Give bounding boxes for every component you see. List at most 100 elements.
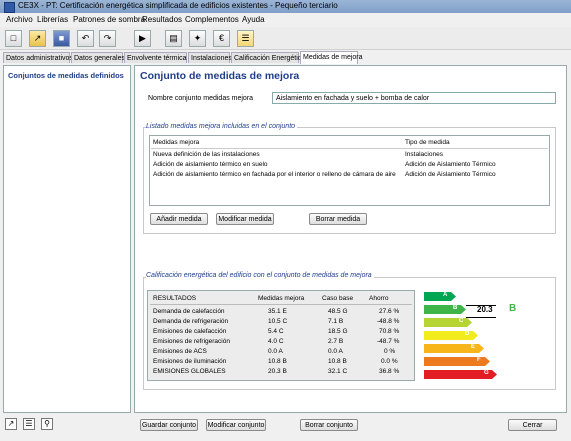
- result-row-improved: 10.5 C: [268, 318, 288, 325]
- results-header-savings: Ahorro: [369, 295, 389, 302]
- result-row-label: EMISIONES GLOBALES: [153, 368, 226, 375]
- set-name-input[interactable]: Aislamiento en fachada y suelo + bomba d…: [272, 92, 556, 104]
- report-icon[interactable]: ☰: [237, 30, 254, 47]
- table-row[interactable]: Adición de aislamiento térmico en suelo: [153, 161, 268, 168]
- result-row-label: Emisiones de calefacción: [153, 328, 227, 335]
- delete-measure-button[interactable]: Borrar medida: [309, 213, 367, 225]
- measures-group-title: Listado medidas mejora incluidas en el c…: [146, 123, 298, 130]
- table-cell-type: Instalaciones: [405, 151, 443, 158]
- result-row-label: Emisiones de refrigeración: [153, 338, 230, 345]
- menu-resultados[interactable]: Resultados: [142, 15, 182, 24]
- table-cell-type: Adición de Aislamiento Térmico: [405, 161, 496, 168]
- modify-set-button[interactable]: Modificar conjunto: [206, 419, 266, 431]
- table-row[interactable]: Adición de aislamiento térmico en fachad…: [153, 171, 396, 178]
- toolbar: □ ↗ ■ ↶ ↷ ▶ ▤ ✦ € ☰: [0, 27, 571, 50]
- sidebar: Conjuntos de medidas definidos: [3, 65, 131, 413]
- scale-letter-c: C: [459, 318, 464, 324]
- result-row-base: 48.5 G: [328, 308, 348, 315]
- title-bar: CE3X - PT: Certificación energética simp…: [0, 0, 571, 13]
- window-title: CE3X - PT: Certificación energética simp…: [18, 1, 338, 10]
- tab-envolvente-termica[interactable]: Envolvente térmica: [124, 52, 187, 63]
- measures-list[interactable]: Medidas mejora Tipo de medida Nueva defi…: [149, 135, 550, 206]
- result-row-label: Emisiones de iluminación: [153, 358, 227, 365]
- name-label: Nombre conjunto medidas mejora: [148, 95, 254, 102]
- result-row-base: 0.0 A: [328, 348, 343, 355]
- col-header-type: Tipo de medida: [405, 139, 450, 146]
- col-header-measure: Medidas mejora: [153, 139, 200, 146]
- rating-group-title: Calificación energética del edificio con…: [146, 272, 374, 279]
- result-row-savings: 70.8 %: [379, 328, 400, 335]
- magic-wand-icon[interactable]: ✦: [189, 30, 206, 47]
- result-row-savings: -48.8 %: [377, 318, 400, 325]
- result-row-savings: 27.6 %: [379, 308, 400, 315]
- building-icon[interactable]: ▤: [165, 30, 182, 47]
- tab-datos-administrativos[interactable]: Datos administrativos: [3, 52, 73, 63]
- results-header-base: Caso base: [322, 295, 354, 302]
- redo-icon[interactable]: ↷: [99, 30, 116, 47]
- rating-value: 20.3: [477, 305, 493, 314]
- app-icon: [4, 2, 15, 13]
- key-icon[interactable]: ⚲: [41, 418, 53, 430]
- scale-arrow-b: [424, 305, 466, 314]
- add-measure-button[interactable]: Añadir medida: [150, 213, 208, 225]
- table-row[interactable]: Nueva definición de las instalaciones: [153, 151, 260, 158]
- header-divider: [151, 148, 548, 149]
- undo-icon[interactable]: ↶: [77, 30, 94, 47]
- result-row-base: 7.1 B: [328, 318, 344, 325]
- tab-datos-generales[interactable]: Datos generales: [71, 52, 125, 63]
- result-row-improved: 20.3 B: [268, 368, 287, 375]
- results-table: RESULTADOS Medidas mejora Caso base Ahor…: [147, 290, 415, 381]
- result-row-savings: 36.8 %: [379, 368, 400, 375]
- scale-letter-e: E: [471, 344, 476, 350]
- result-row-savings: -48.7 %: [377, 338, 400, 345]
- import-icon[interactable]: ▶: [134, 30, 151, 47]
- result-row-savings: 0.0 %: [381, 358, 398, 365]
- page-title: Conjunto de medidas de mejora: [140, 70, 300, 82]
- result-row-base: 18.5 G: [328, 328, 348, 335]
- result-row-base: 32.1 C: [328, 368, 348, 375]
- tab-bar: Datos administrativos Datos generales En…: [0, 51, 571, 64]
- new-file-icon[interactable]: □: [5, 30, 22, 47]
- tab-medidas-mejora[interactable]: Medidas de mejora: [300, 51, 363, 64]
- result-row-label: Demanda de calefacción: [153, 308, 225, 315]
- menu-ayuda[interactable]: Ayuda: [242, 15, 265, 24]
- scale-arrow-d: [424, 331, 478, 340]
- list-icon[interactable]: ☰: [23, 418, 35, 430]
- result-row-base: 10.8 B: [328, 358, 347, 365]
- scale-letter-f: F: [477, 357, 481, 363]
- euro-icon[interactable]: €: [213, 30, 230, 47]
- menu-patrones-sombra[interactable]: Patrones de sombra: [73, 15, 145, 24]
- scale-letter-g: G: [484, 370, 489, 376]
- save-set-button[interactable]: Guardar conjunto: [140, 419, 198, 431]
- result-row-improved: 35.1 E: [268, 308, 287, 315]
- scale-arrow-a: [424, 292, 456, 301]
- menu-archivo[interactable]: Archivo: [6, 15, 33, 24]
- menu-complementos[interactable]: Complementos: [185, 15, 239, 24]
- result-row-improved: 5.4 C: [268, 328, 284, 335]
- scale-arrow-c: [424, 318, 472, 327]
- table-cell-type: Adición de Aislamiento Térmico: [405, 171, 496, 178]
- tab-instalaciones[interactable]: Instalaciones: [188, 52, 232, 63]
- results-header-label: RESULTADOS: [153, 295, 197, 302]
- result-row-label: Demanda de refrigeración: [153, 318, 229, 325]
- open-folder-icon[interactable]: ↗: [29, 30, 46, 47]
- scale-letter-b: B: [453, 305, 458, 311]
- result-row-savings: 0 %: [384, 348, 396, 355]
- wand-icon[interactable]: ↗: [5, 418, 17, 430]
- scale-letter-d: D: [465, 331, 470, 337]
- rating-letter: B: [509, 303, 517, 314]
- sidebar-item-conjuntos[interactable]: Conjuntos de medidas definidos: [8, 71, 124, 80]
- tab-calificacion-energetica[interactable]: Calificación Energética: [231, 52, 305, 63]
- results-divider: [150, 304, 412, 305]
- scale-letter-a: A: [443, 292, 448, 298]
- result-row-label: Emisiones de ACS: [153, 348, 207, 355]
- menu-bar: Archivo Librerías Patrones de sombra Res…: [0, 13, 571, 26]
- save-icon[interactable]: ■: [53, 30, 70, 47]
- close-button[interactable]: Cerrar: [508, 419, 557, 431]
- result-row-base: 2.7 B: [328, 338, 344, 345]
- results-header-improved: Medidas mejora: [258, 295, 305, 302]
- result-row-improved: 4.0 C: [268, 338, 284, 345]
- menu-librerias[interactable]: Librerías: [37, 15, 68, 24]
- delete-set-button[interactable]: Borrar conjunto: [300, 419, 358, 431]
- modify-measure-button[interactable]: Modificar medida: [216, 213, 274, 225]
